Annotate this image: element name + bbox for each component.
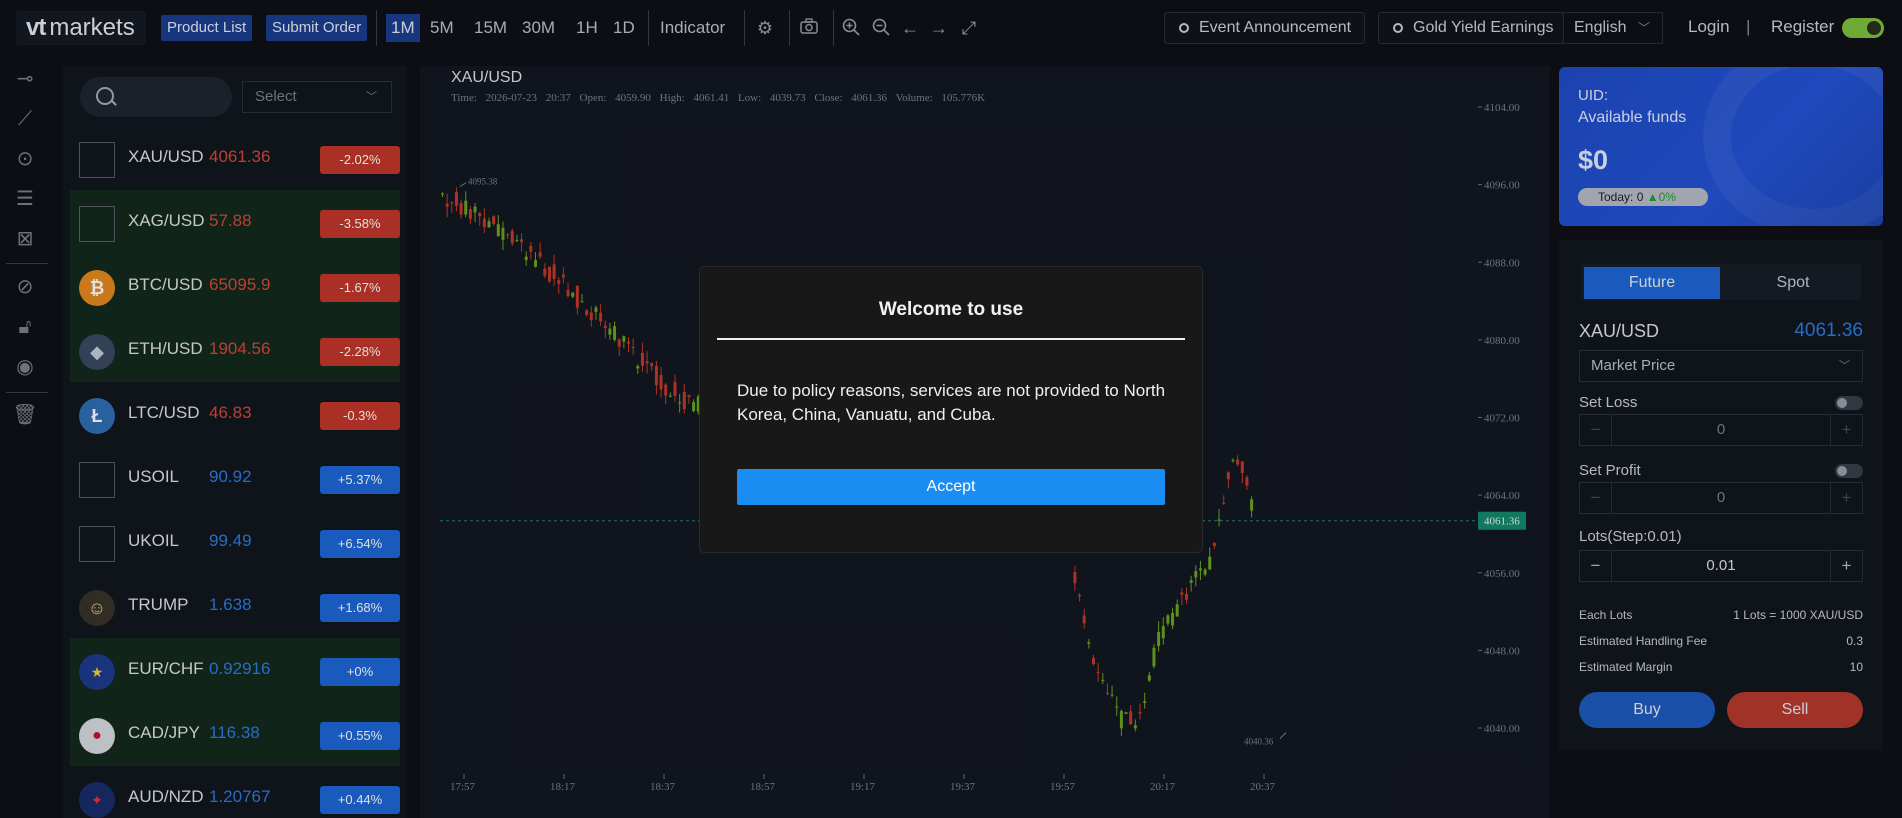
welcome-modal: Welcome to use Due to policy reasons, se… bbox=[700, 267, 1202, 552]
accept-button[interactable]: Accept bbox=[737, 469, 1165, 505]
modal-divider bbox=[717, 338, 1185, 340]
modal-title: Welcome to use bbox=[878, 299, 1024, 320]
modal-message: Due to policy reasons, services are not … bbox=[737, 381, 1166, 424]
